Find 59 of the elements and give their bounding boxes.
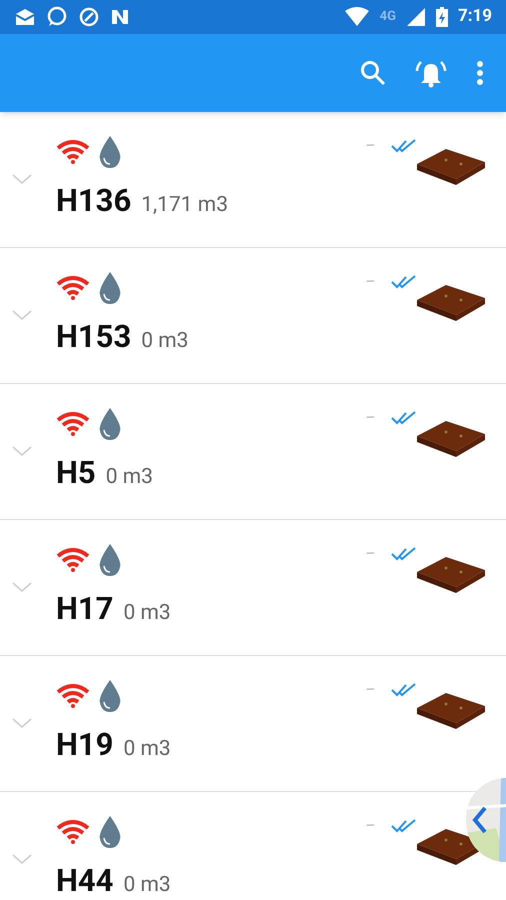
water-drop-icon: [98, 407, 122, 441]
cell-signal-icon: [406, 7, 426, 27]
wifi-icon: [56, 548, 90, 572]
wifi-icon: [56, 276, 90, 300]
expand-chevron-icon[interactable]: [12, 582, 32, 592]
reading: —: [366, 818, 375, 834]
double-check-icon: [391, 682, 417, 698]
volume: 0 m3: [141, 328, 188, 355]
soil-block-icon: [416, 556, 486, 594]
tank-name: H19: [56, 725, 114, 765]
alarm-bell-icon[interactable]: [414, 58, 448, 88]
wifi-signal-icon: [344, 7, 370, 27]
chat-bubble-icon: [46, 6, 68, 28]
soil-block-icon: [416, 148, 486, 186]
soil-block-icon: [416, 420, 486, 458]
wifi-icon: [56, 820, 90, 844]
wifi-icon: [56, 684, 90, 708]
reading: —: [366, 682, 375, 698]
tank-name: H17: [56, 589, 114, 629]
battery-icon: [436, 7, 448, 27]
volume: 0 m3: [106, 464, 153, 491]
mail-icon: [14, 7, 36, 27]
expand-chevron-icon[interactable]: [12, 310, 32, 320]
water-drop-icon: [98, 679, 122, 713]
double-check-icon: [391, 410, 417, 426]
tank-name: H153: [56, 317, 132, 357]
tank-name: H5: [56, 453, 96, 493]
expand-chevron-icon[interactable]: [12, 854, 32, 864]
expand-chevron-icon[interactable]: [12, 718, 32, 728]
double-check-icon: [391, 818, 417, 834]
water-drop-icon: [98, 543, 122, 577]
n-logo-icon: [110, 8, 130, 26]
volume: 0 m3: [123, 872, 171, 899]
double-check-icon: [391, 138, 417, 154]
soil-block-icon: [416, 692, 486, 730]
chevron-left-icon: [472, 806, 488, 834]
more-options-icon[interactable]: [476, 61, 484, 85]
volume: 1,171 m3: [141, 192, 228, 219]
soil-block-icon: [416, 284, 486, 322]
network-type: 4G: [380, 8, 396, 26]
water-drop-icon: [98, 815, 122, 849]
search-icon[interactable]: [360, 60, 386, 86]
expand-chevron-icon[interactable]: [12, 174, 32, 184]
wifi-icon: [56, 140, 90, 164]
reading: —: [366, 138, 375, 154]
expand-chevron-icon[interactable]: [12, 446, 32, 456]
wifi-icon: [56, 412, 90, 436]
reading: —: [366, 410, 375, 426]
tank-name: H136: [56, 181, 132, 221]
double-check-icon: [391, 546, 417, 562]
double-check-icon: [391, 274, 417, 290]
reading: —: [366, 274, 375, 290]
volume: 0 m3: [123, 736, 171, 763]
clock: 7:19: [458, 5, 492, 28]
volume: 0 m3: [123, 600, 171, 627]
reading: —: [366, 546, 375, 562]
water-drop-icon: [98, 271, 122, 305]
tank-name: H44: [56, 861, 114, 900]
water-drop-icon: [98, 135, 122, 169]
